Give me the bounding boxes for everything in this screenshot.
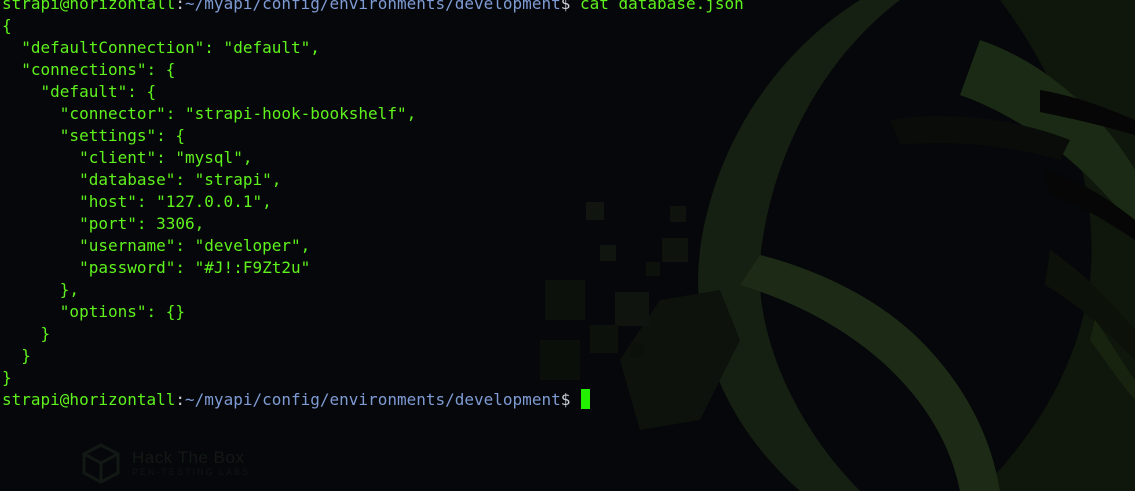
- output-line: {: [2, 16, 12, 35]
- output-line: "host": "127.0.0.1",: [2, 192, 272, 211]
- logo-subtitle: PEN-TESTING LABS: [132, 467, 251, 477]
- prompt-sign: $: [560, 0, 580, 13]
- output-line: "username": "developer",: [2, 236, 311, 255]
- output-line: }: [2, 346, 31, 365]
- output-line: }: [2, 368, 12, 387]
- prompt-sign: $: [560, 390, 580, 409]
- logo-title: Hack The Box: [132, 448, 245, 467]
- output-line: "port": 3306,: [2, 214, 205, 233]
- command-text: cat database.json: [579, 0, 744, 13]
- prompt-user-host: strapi@horizontall: [2, 390, 176, 409]
- terminal-output: strapi@horizontall:~/myapi/config/enviro…: [2, 0, 744, 411]
- prompt-separator: :: [175, 390, 186, 409]
- terminal-window[interactable]: strapi@horizontall:~/myapi/config/enviro…: [0, 0, 1135, 491]
- terminal-cursor[interactable]: [580, 389, 590, 409]
- output-line: "options": {}: [2, 302, 186, 321]
- prompt-user-host: strapi@horizontall: [2, 0, 176, 13]
- prompt-separator: :: [175, 0, 186, 13]
- command-line: strapi@horizontall:~/myapi/config/enviro…: [2, 0, 744, 15]
- output-line: }: [2, 324, 51, 343]
- output-line: "password": "#J!:F9Zt2u": [2, 258, 311, 277]
- hackthebox-logo: Hack The Box PEN-TESTING LABS: [80, 442, 250, 484]
- prompt-path: ~/myapi/config/environments/development: [185, 0, 561, 13]
- active-prompt-line[interactable]: strapi@horizontall:~/myapi/config/enviro…: [2, 389, 744, 411]
- output-line: "client": "mysql",: [2, 148, 253, 167]
- prompt-path: ~/myapi/config/environments/development: [185, 390, 561, 409]
- output-line: "defaultConnection": "default",: [2, 38, 320, 57]
- output-line: "connections": {: [2, 60, 176, 79]
- output-line: "database": "strapi",: [2, 170, 282, 189]
- output-line: "settings": {: [2, 126, 186, 145]
- logo-text: Hack The Box PEN-TESTING LABS: [132, 448, 251, 478]
- output-line: "connector": "strapi-hook-bookshelf",: [2, 104, 417, 123]
- cube-icon: [82, 443, 120, 484]
- output-line: "default": {: [2, 82, 157, 101]
- output-line: },: [2, 280, 80, 299]
